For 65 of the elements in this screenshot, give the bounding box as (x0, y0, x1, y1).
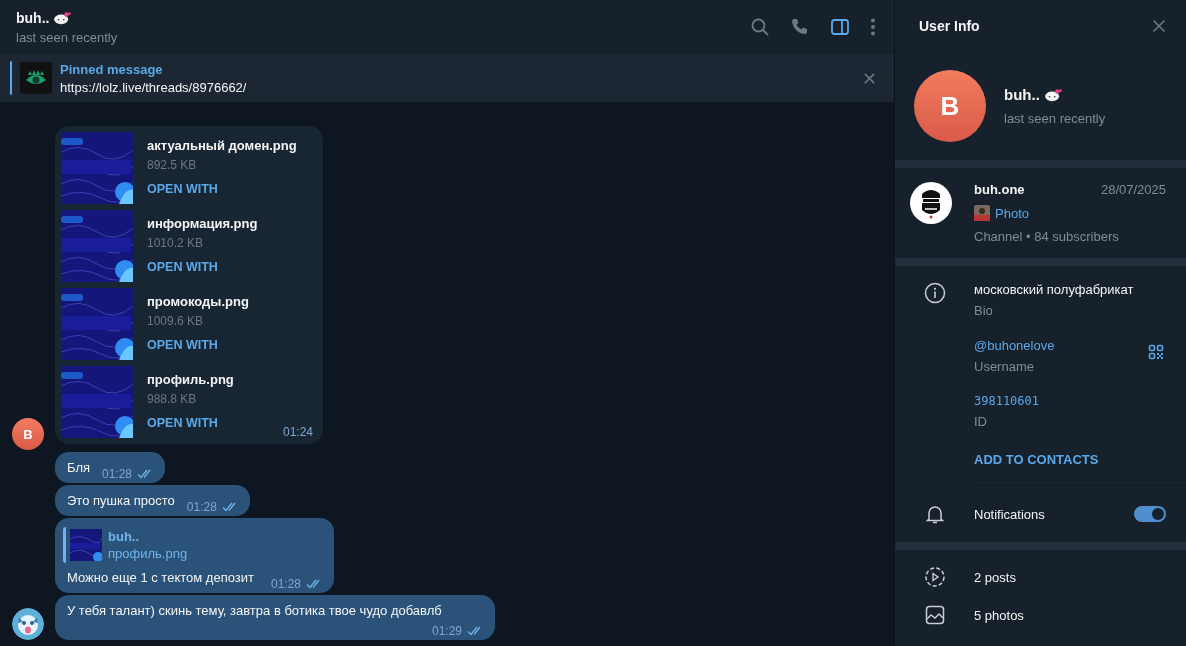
detail-value: московский полуфабрикат (974, 282, 1135, 297)
detail-value[interactable]: 398110601 (974, 394, 1164, 408)
profile-name: buh.. (1004, 86, 1040, 103)
channel-card[interactable]: buh.one 28/07/2025 Photo Channel • 84 subscribers (895, 168, 1186, 258)
pinned-bar[interactable]: Pinned message https://lolz.live/threads/8976662/ (0, 54, 894, 102)
avatar: B (914, 70, 986, 142)
file-size: 988.8 KB (147, 392, 198, 408)
media-row[interactable]: 5 photos (895, 604, 1186, 626)
open-with-link[interactable]: OPEN WITH (147, 260, 258, 274)
reply-author: buh.. (108, 529, 141, 544)
detail-value[interactable]: @buhonelove (974, 338, 1148, 353)
close-icon[interactable] (863, 71, 876, 85)
file-name: информация.png (147, 216, 258, 233)
image-icon (923, 604, 946, 626)
message-time: 01:28 (270, 577, 301, 591)
close-icon[interactable] (1152, 19, 1166, 33)
bell-icon (923, 503, 946, 525)
open-with-link[interactable]: OPEN WITH (147, 182, 297, 196)
pinned-title: Pinned message (60, 61, 164, 77)
info-icon (923, 282, 946, 304)
pinned-text: https://lolz.live/threads/8976662/ (60, 79, 248, 95)
file-size: 1009.6 KB (147, 314, 205, 330)
qr-code-icon[interactable] (1148, 344, 1164, 360)
media-label: 2 posts (974, 569, 1016, 585)
file-name: актуальный домен.png (147, 138, 297, 155)
channel-name: buh.one (974, 182, 1025, 197)
post-type: Photo (995, 205, 1029, 221)
channel-meta: Channel • 84 subscribers (974, 229, 1120, 244)
detail-label: ID (974, 414, 988, 429)
notifications-label: Notifications (974, 506, 1046, 522)
message-text: Можно еще 1 с тектом депозит (67, 569, 254, 587)
avatar[interactable]: B (12, 418, 44, 450)
media-row[interactable]: 2 posts (895, 566, 1186, 588)
profile-status: last seen recently (1004, 111, 1106, 126)
notifications-toggle[interactable] (1134, 506, 1166, 522)
file-name: профиль.png (147, 372, 234, 389)
message-time: 01:24 (282, 425, 313, 439)
add-to-contacts-button[interactable]: ADD TO CONTACTS (974, 452, 1099, 467)
cat-emoji-icon (53, 10, 72, 25)
detail-label: Bio (974, 303, 994, 318)
file-size: 1010.2 KB (147, 236, 205, 252)
chat-status: last seen recently (16, 29, 118, 45)
channel-date: 28/07/2025 (1100, 182, 1166, 197)
reply-text: профиль.png (108, 546, 188, 561)
search-icon[interactable] (750, 17, 770, 37)
detail-label: Username (974, 359, 1035, 374)
message-time: 01:29 (431, 624, 462, 638)
open-with-link[interactable]: OPEN WITH (147, 416, 234, 430)
media-label: 5 photos (974, 607, 1024, 623)
panel-title: User Info (919, 18, 980, 34)
message-text: Бля (67, 459, 90, 477)
file-name: промокоды.png (147, 294, 249, 311)
sidebar-icon[interactable] (830, 17, 850, 37)
file-size: 892.5 KB (147, 158, 198, 174)
more-icon[interactable] (870, 17, 876, 37)
cat-emoji-icon (1043, 87, 1062, 102)
message-text: Это пушка просто (67, 492, 175, 510)
phone-icon[interactable] (790, 17, 810, 37)
message-time: 01:28 (102, 467, 133, 481)
message-time: 01:28 (186, 500, 217, 514)
message-text: У тебя талант) скинь тему, завтра в ботика твое чудо добавлб (67, 602, 442, 620)
open-with-link[interactable]: OPEN WITH (147, 338, 249, 352)
play-circle-icon (923, 566, 946, 588)
reply-quote[interactable]: buh.. профиль.png (63, 527, 324, 563)
chat-name: buh.. (16, 9, 50, 26)
